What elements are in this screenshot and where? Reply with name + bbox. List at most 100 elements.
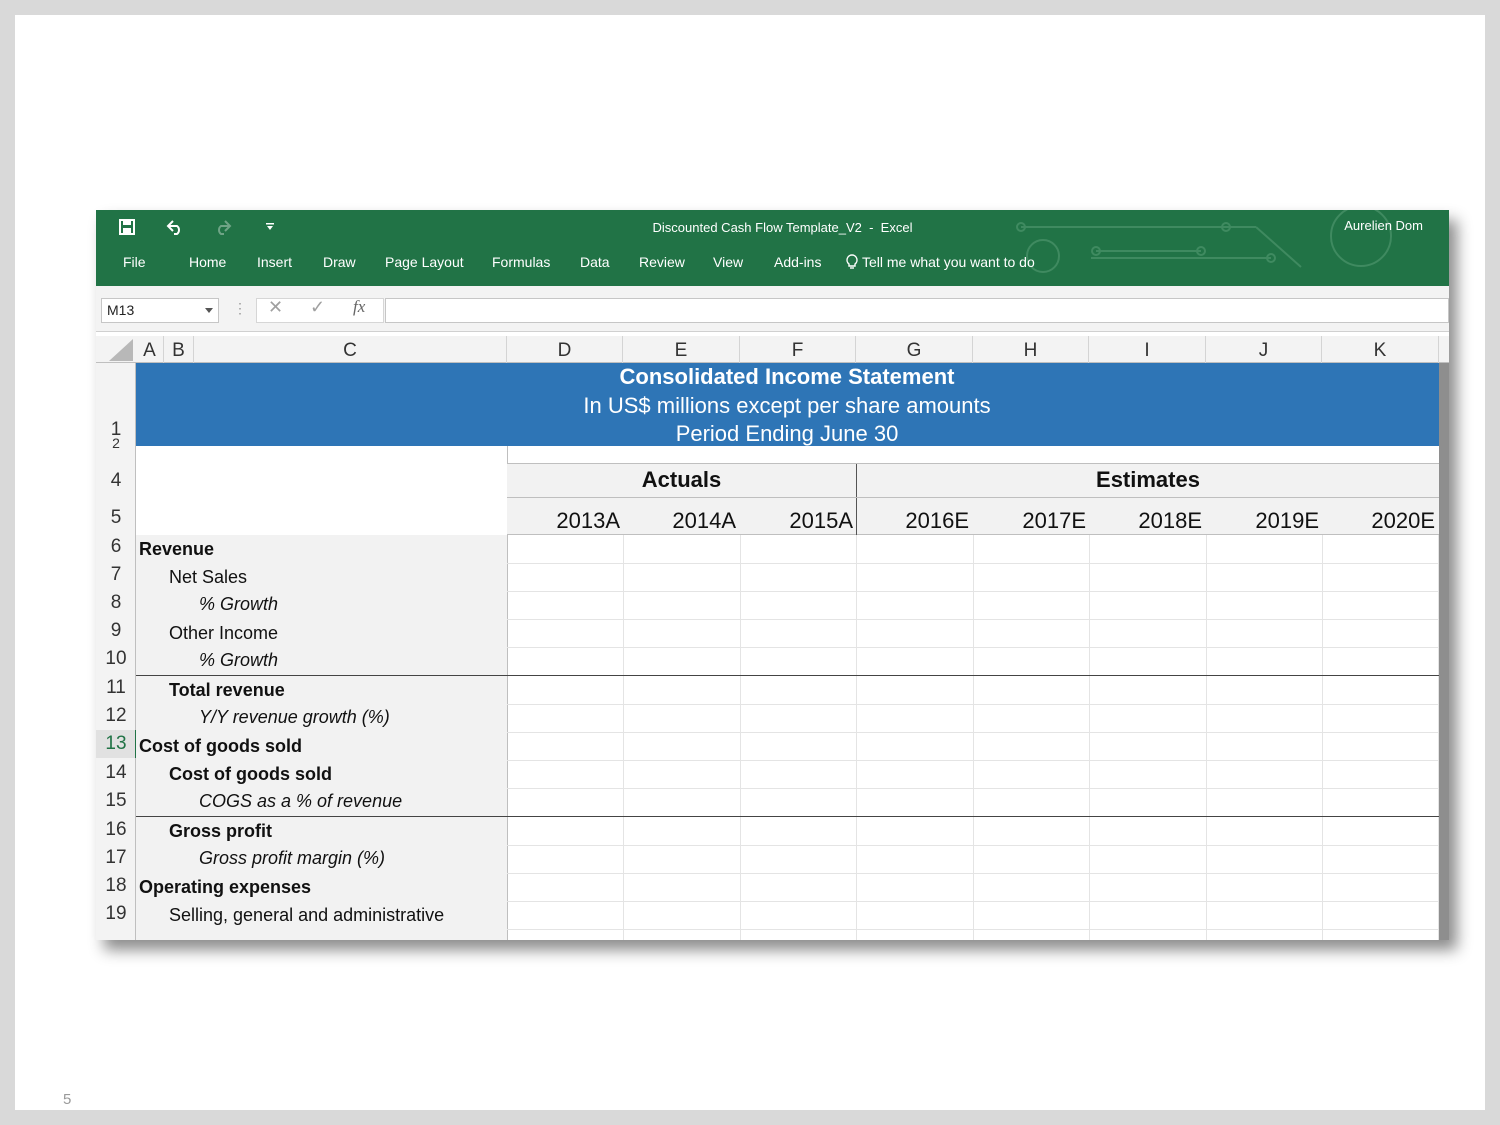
row-headers: 1 2 4 5 6 7 8 9 10 11 12 13 14 15 16 17 … bbox=[96, 363, 137, 940]
header-band: Consolidated Income Statement In US$ mil… bbox=[136, 363, 1439, 446]
ribbon-tabs: File Home Insert Draw Page Layout Formul… bbox=[96, 254, 1449, 278]
statement-period: Period Ending June 30 bbox=[675, 421, 899, 446]
label-operating-expenses: Operating expenses bbox=[139, 877, 312, 897]
year-2014a: 2014A bbox=[672, 508, 736, 533]
sheet-grid[interactable]: Consolidated Income Statement In US$ mil… bbox=[136, 363, 1449, 940]
row-header-8[interactable]: 8 bbox=[96, 592, 136, 614]
row-header-11[interactable]: 11 bbox=[96, 677, 136, 699]
period-header: Actuals Estimates 2013A 2014A 2015A 2016… bbox=[507, 463, 1439, 536]
label-cogs-section: Cost of goods sold bbox=[139, 736, 302, 756]
gridline bbox=[623, 535, 624, 940]
row-header-10[interactable]: 10 bbox=[96, 648, 136, 670]
label-revenue: Revenue bbox=[139, 539, 215, 559]
tab-insert[interactable]: Insert bbox=[257, 254, 292, 270]
year-2018e: 2018E bbox=[1138, 508, 1202, 533]
row-header-19[interactable]: 19 bbox=[96, 903, 136, 925]
row-header-9[interactable]: 9 bbox=[96, 620, 136, 642]
title-separator: - bbox=[869, 220, 874, 235]
chevron-down-icon[interactable] bbox=[205, 308, 213, 313]
row-header-4[interactable]: 4 bbox=[96, 470, 136, 492]
title-bar: Discounted Cash Flow Template_V2 - Excel… bbox=[96, 210, 1449, 286]
actuals-estimates-divider bbox=[856, 464, 857, 536]
tab-file[interactable]: File bbox=[123, 254, 146, 270]
year-2016e: 2016E bbox=[905, 508, 969, 533]
row-header-12[interactable]: 12 bbox=[96, 705, 136, 727]
tab-review[interactable]: Review bbox=[639, 254, 685, 270]
document-name: Discounted Cash Flow Template_V2 bbox=[652, 220, 862, 235]
tab-home[interactable]: Home bbox=[189, 254, 226, 270]
column-header-e[interactable]: E bbox=[623, 336, 740, 363]
section-rule bbox=[136, 816, 1439, 817]
tell-me-text: Tell me what you want to do bbox=[862, 254, 1035, 270]
column-header-i[interactable]: I bbox=[1089, 336, 1206, 363]
tell-me-box[interactable]: Tell me what you want to do bbox=[846, 254, 1035, 270]
column-header-k[interactable]: K bbox=[1322, 336, 1439, 363]
year-2020e: 2020E bbox=[1371, 508, 1435, 533]
slide-number: 5 bbox=[63, 1091, 72, 1108]
tab-formulas[interactable]: Formulas bbox=[492, 254, 550, 270]
drag-handle-icon[interactable]: ⋮ bbox=[233, 300, 247, 317]
row-header-17[interactable]: 17 bbox=[96, 847, 136, 869]
row-header-16[interactable]: 16 bbox=[96, 819, 136, 841]
enter-icon[interactable]: ✓ bbox=[310, 297, 325, 318]
tab-view[interactable]: View bbox=[713, 254, 743, 270]
statement-subtitle: In US$ millions except per share amounts bbox=[583, 393, 991, 418]
row-header-7[interactable]: 7 bbox=[96, 564, 136, 586]
column-header-c[interactable]: C bbox=[194, 336, 507, 363]
row-header-2[interactable]: 2 bbox=[96, 438, 136, 448]
label-cogs: Cost of goods sold bbox=[169, 764, 332, 784]
gridline bbox=[1206, 535, 1207, 940]
column-headers: A B C D E F G H I J K bbox=[96, 336, 1449, 363]
user-name[interactable]: Aurelien Dom bbox=[1344, 218, 1423, 233]
label-gross-profit: Gross profit bbox=[169, 821, 273, 841]
formula-input[interactable] bbox=[385, 298, 1449, 323]
lightbulb-icon bbox=[846, 254, 858, 269]
gridline bbox=[740, 535, 741, 940]
year-2019e: 2019E bbox=[1255, 508, 1319, 533]
column-header-g[interactable]: G bbox=[856, 336, 973, 363]
label-sga: Selling, general and administrative bbox=[169, 905, 445, 925]
row-header-6[interactable]: 6 bbox=[96, 536, 136, 558]
gridline bbox=[1089, 535, 1090, 940]
insert-function-icon[interactable]: fx bbox=[353, 297, 365, 317]
row-header-15[interactable]: 15 bbox=[96, 790, 136, 812]
label-yy-revenue-growth: Y/Y revenue growth (%) bbox=[199, 707, 390, 727]
estimates-label: Estimates bbox=[1096, 467, 1200, 492]
label-other-income-growth: % Growth bbox=[199, 650, 279, 670]
row-header-13[interactable]: 13 bbox=[96, 730, 137, 758]
app-name: Excel bbox=[880, 220, 913, 235]
gridline bbox=[1322, 535, 1323, 940]
formula-bar: M13 ⋮ ✕ ✓ fx bbox=[96, 286, 1449, 332]
row-header-18[interactable]: 18 bbox=[96, 875, 136, 897]
vertical-scrollbar[interactable] bbox=[1439, 363, 1449, 940]
name-box[interactable]: M13 bbox=[101, 298, 219, 323]
column-header-f[interactable]: F bbox=[740, 336, 856, 363]
window-title: Discounted Cash Flow Template_V2 - Excel bbox=[96, 220, 1449, 235]
gridline bbox=[856, 535, 857, 940]
tab-data[interactable]: Data bbox=[580, 254, 610, 270]
column-header-b[interactable]: B bbox=[164, 336, 194, 363]
label-net-sales: Net Sales bbox=[169, 567, 248, 587]
column-header-d[interactable]: D bbox=[507, 336, 623, 363]
cancel-icon[interactable]: ✕ bbox=[268, 297, 283, 318]
column-header-a[interactable]: A bbox=[136, 336, 164, 363]
actuals-label: Actuals bbox=[641, 467, 722, 492]
column-header-h[interactable]: H bbox=[973, 336, 1089, 363]
tab-draw[interactable]: Draw bbox=[323, 254, 356, 270]
tab-page-layout[interactable]: Page Layout bbox=[385, 254, 464, 270]
label-cogs-pct: COGS as a % of revenue bbox=[199, 791, 403, 811]
label-net-sales-growth: % Growth bbox=[199, 594, 279, 614]
select-all-corner[interactable] bbox=[109, 339, 133, 361]
excel-window: Discounted Cash Flow Template_V2 - Excel… bbox=[96, 210, 1449, 940]
label-other-income: Other Income bbox=[169, 623, 279, 643]
tab-add-ins[interactable]: Add-ins bbox=[774, 254, 821, 270]
label-total-revenue: Total revenue bbox=[169, 680, 285, 700]
row-header-5[interactable]: 5 bbox=[96, 507, 136, 529]
name-box-value: M13 bbox=[107, 302, 135, 318]
year-2013a: 2013A bbox=[556, 508, 620, 533]
column-header-j[interactable]: J bbox=[1206, 336, 1322, 363]
row-header-14[interactable]: 14 bbox=[96, 762, 136, 784]
group-underline bbox=[507, 497, 1439, 498]
year-2017e: 2017E bbox=[1022, 508, 1086, 533]
label-gross-margin: Gross profit margin (%) bbox=[199, 848, 386, 868]
